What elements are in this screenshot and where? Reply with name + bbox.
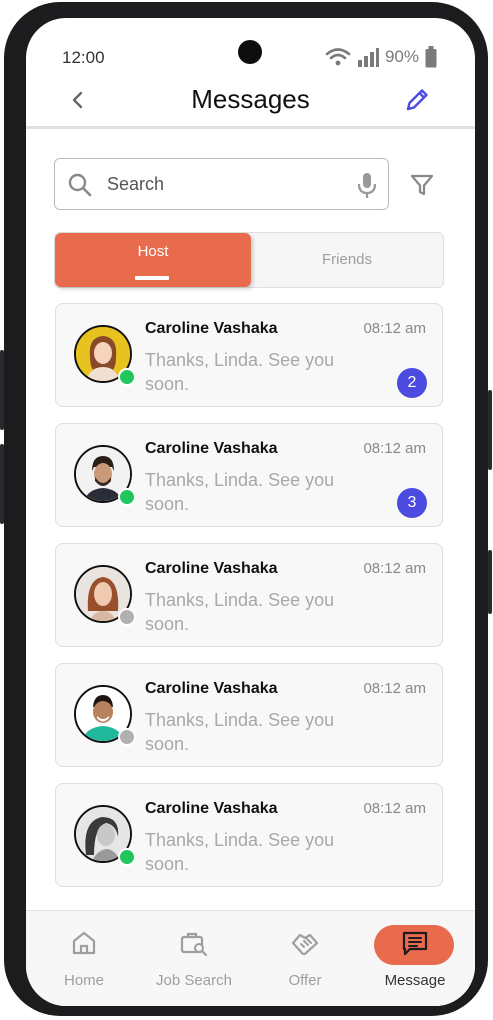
front-camera: [238, 40, 262, 64]
nav-job-search-label: Job Search: [156, 972, 232, 989]
message-card[interactable]: Caroline Vashaka 08:12 am Thanks, Linda.…: [55, 783, 443, 887]
job-search-icon: [180, 932, 208, 957]
contact-name: Caroline Vashaka: [145, 800, 278, 817]
header-divider: [26, 126, 475, 129]
message-card[interactable]: Caroline Vashaka 08:12 am Thanks, Linda.…: [55, 303, 443, 407]
phone-frame: 12:00 90% Messages Search Host Friends C…: [0, 2, 492, 1016]
contact-name: Caroline Vashaka: [145, 320, 278, 337]
contact-name: Caroline Vashaka: [145, 680, 278, 697]
handshake-icon: [291, 933, 319, 956]
tab-active-indicator: [135, 276, 169, 280]
edit-icon[interactable]: [403, 86, 431, 114]
message-preview: Thanks, Linda. See you soon.: [145, 710, 335, 754]
power-button: [488, 550, 492, 614]
tab-friends[interactable]: Friends: [251, 233, 443, 287]
contact-name: Caroline Vashaka: [145, 440, 278, 457]
status-icons: 90%: [325, 46, 437, 68]
filter-icon[interactable]: [410, 173, 434, 197]
tab-host-label: Host: [137, 243, 169, 260]
status-bar: 12:00 90%: [26, 18, 475, 88]
message-card[interactable]: Caroline Vashaka 08:12 am Thanks, Linda.…: [55, 423, 443, 527]
nav-offer[interactable]: Offer: [250, 911, 360, 1006]
message-preview: Thanks, Linda. See you soon.: [145, 830, 335, 874]
online-status-dot: [118, 488, 136, 506]
message-preview: Thanks, Linda. See you soon.: [145, 470, 335, 514]
battery-icon: [425, 46, 437, 68]
header: Messages: [26, 80, 475, 128]
message-time: 08:12 am: [363, 560, 426, 577]
tab-host[interactable]: Host: [55, 233, 251, 287]
message-card[interactable]: Caroline Vashaka 08:12 am Thanks, Linda.…: [55, 663, 443, 767]
search-icon: [68, 173, 92, 197]
online-status-dot: [118, 368, 136, 386]
search-input[interactable]: Search: [54, 158, 389, 210]
home-icon: [72, 931, 96, 955]
contact-name: Caroline Vashaka: [145, 560, 278, 577]
message-time: 08:12 am: [363, 440, 426, 457]
message-preview: Thanks, Linda. See you soon.: [145, 590, 335, 634]
microphone-icon[interactable]: [356, 171, 378, 199]
message-preview: Thanks, Linda. See you soon.: [145, 350, 335, 394]
online-status-dot: [118, 848, 136, 866]
unread-badge: 2: [397, 368, 427, 398]
side-button: [488, 390, 492, 470]
status-time: 12:00: [62, 48, 105, 67]
offline-status-dot: [118, 728, 136, 746]
nav-message-label: Message: [384, 972, 446, 989]
battery-percent: 90%: [384, 47, 419, 66]
segmented-tabs: Host Friends: [54, 232, 444, 288]
unread-badge: 3: [397, 488, 427, 518]
message-time: 08:12 am: [363, 680, 426, 697]
offline-status-dot: [118, 608, 136, 626]
wifi-icon: [325, 48, 351, 66]
nav-offer-label: Offer: [288, 972, 322, 989]
message-card[interactable]: Caroline Vashaka 08:12 am Thanks, Linda.…: [55, 543, 443, 647]
volume-down-button: [0, 444, 4, 524]
nav-message[interactable]: Message: [360, 911, 470, 1006]
signal-icon: [357, 48, 379, 67]
tab-friends-label: Friends: [321, 251, 373, 268]
message-time: 08:12 am: [363, 800, 426, 817]
search-placeholder: Search: [107, 174, 165, 194]
nav-home[interactable]: Home: [29, 911, 139, 1006]
bottom-nav: Home Job Search Offer Message: [26, 910, 475, 1006]
screen: 12:00 90% Messages Search Host Friends C…: [26, 18, 475, 1006]
message-time: 08:12 am: [363, 320, 426, 337]
nav-home-label: Home: [63, 972, 104, 989]
volume-up-button: [0, 350, 4, 430]
message-icon: [402, 931, 428, 956]
nav-job-search[interactable]: Job Search: [139, 911, 249, 1006]
